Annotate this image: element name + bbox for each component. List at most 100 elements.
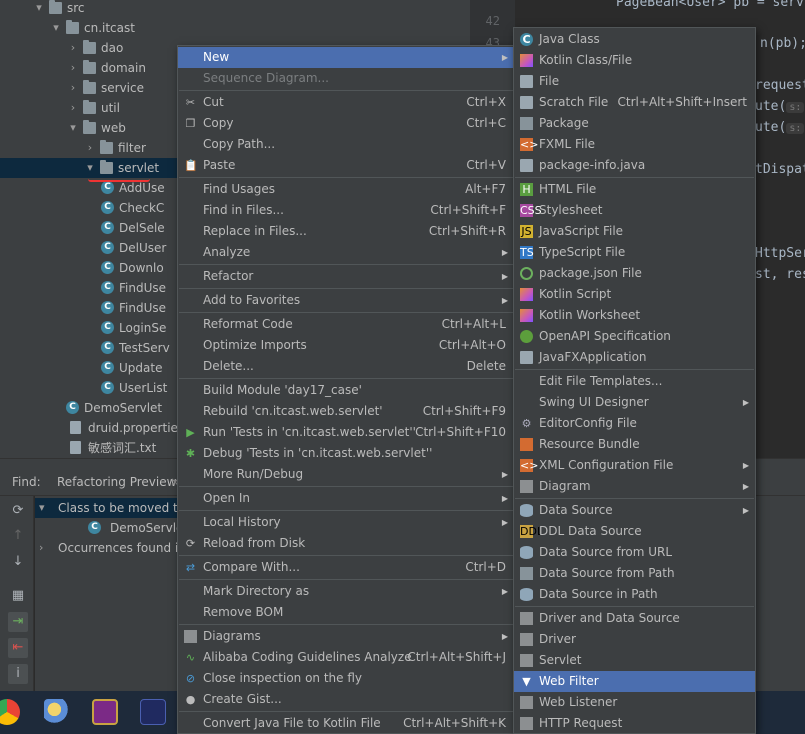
menu-item-paste[interactable]: 📋 Paste Ctrl+V (178, 155, 514, 176)
menu-item-mark-directory-as[interactable]: Mark Directory as ▶ (178, 581, 514, 602)
menu-item-new[interactable]: New ▶ (178, 47, 514, 68)
new-item-xml-configuration-file[interactable]: <> XML Configuration File ▶ (514, 455, 755, 476)
menu-item-local-history[interactable]: Local History ▶ (178, 512, 514, 533)
submenu-arrow-icon: ▶ (742, 506, 749, 515)
chevron-down-icon[interactable]: ▾ (50, 18, 62, 38)
menu-shortcut: Ctrl+C (466, 116, 506, 130)
menu-item-analyze[interactable]: Analyze ▶ (178, 242, 514, 263)
chevron-right-icon[interactable]: › (67, 58, 79, 78)
tree-item-cn-itcast[interactable]: ▾ cn.itcast (0, 18, 470, 38)
intellij-icon[interactable] (92, 699, 118, 725)
menu-item-find-in-files[interactable]: Find in Files... Ctrl+Shift+F (178, 200, 514, 221)
chevron-down-icon[interactable]: ▾ (33, 0, 45, 18)
new-item-kotlin-script[interactable]: Kotlin Script (514, 284, 755, 305)
menu-item-close-inspection-on-the-fly[interactable]: ⊘ Close inspection on the fly (178, 668, 514, 689)
new-item-data-source-from-url[interactable]: Data Source from URL (514, 542, 755, 563)
import-icon[interactable]: ⇥ (8, 612, 28, 632)
arrow-up-icon[interactable]: ↑ (8, 526, 28, 546)
new-item-ddl-data-source[interactable]: DDL DDL Data Source (514, 521, 755, 542)
menu-item-replace-in-files[interactable]: Replace in Files... Ctrl+Shift+R (178, 221, 514, 242)
new-item-driver[interactable]: Driver (514, 629, 755, 650)
new-item-package[interactable]: Package (514, 113, 755, 134)
new-item-javafxapplication[interactable]: JavaFXApplication (514, 347, 755, 368)
menu-item-find-usages[interactable]: Find Usages Alt+F7 (178, 179, 514, 200)
menu-item-remove-bom[interactable]: Remove BOM (178, 602, 514, 623)
app-icon[interactable] (140, 699, 166, 725)
menu-item-add-to-favorites[interactable]: Add to Favorites ▶ (178, 290, 514, 311)
menu-item-diagrams[interactable]: Diagrams ▶ (178, 626, 514, 647)
menu-item-refactor[interactable]: Refactor ▶ (178, 266, 514, 287)
new-item-scratch-file[interactable]: Scratch File Ctrl+Alt+Shift+Insert (514, 92, 755, 113)
menu-item-debug-tests-in-cn-itcast-web-servlet[interactable]: ✱ Debug 'Tests in 'cn.itcast.web.servlet'… (178, 443, 514, 464)
menu-item-sequence-diagram: Sequence Diagram... (178, 68, 514, 89)
chevron-down-icon[interactable]: ▾ (84, 158, 96, 178)
new-item-diagram[interactable]: Diagram ▶ (514, 476, 755, 497)
new-item-data-source-from-path[interactable]: Data Source from Path (514, 563, 755, 584)
menu-item-reload-from-disk[interactable]: ⟳ Reload from Disk (178, 533, 514, 554)
new-item-kotlin-worksheet[interactable]: Kotlin Worksheet (514, 305, 755, 326)
chevron-right-icon[interactable]: › (67, 98, 79, 118)
class-icon: C (101, 361, 114, 374)
rerun-icon[interactable]: ⟳ (8, 501, 28, 521)
info-icon[interactable]: i (8, 664, 28, 684)
new-item-package-info-java[interactable]: package-info.java (514, 155, 755, 176)
new-item-http-request[interactable]: HTTP Request (514, 713, 755, 734)
tab-refactoring-preview[interactable]: Refactoring Preview (57, 475, 176, 489)
chevron-down-icon[interactable]: ▾ (67, 118, 79, 138)
new-item-kotlin-class-file[interactable]: Kotlin Class/File (514, 50, 755, 71)
menu-item-label: HTML File (539, 182, 597, 196)
menu-item-more-run-debug[interactable]: More Run/Debug ▶ (178, 464, 514, 485)
group-icon[interactable]: ▦ (8, 586, 28, 606)
tree-item-src[interactable]: ▾ src (0, 0, 470, 18)
menu-item-alibaba-coding-guidelines-analyze[interactable]: ∿ Alibaba Coding Guidelines Analyze Ctrl+A… (178, 647, 514, 668)
new-item-data-source-in-path[interactable]: Data Source in Path (514, 584, 755, 605)
http-request-icon (520, 717, 533, 730)
new-item-openapi-specification[interactable]: OpenAPI Specification (514, 326, 755, 347)
menu-item-label: package.json File (539, 266, 642, 280)
menu-item-reformat-code[interactable]: Reformat Code Ctrl+Alt+L (178, 314, 514, 335)
chevron-right-icon[interactable]: › (67, 38, 79, 58)
new-item-servlet[interactable]: Servlet (514, 650, 755, 671)
menu-item-copy-path[interactable]: Copy Path... (178, 134, 514, 155)
menu-separator (179, 312, 513, 313)
menu-item-cut[interactable]: ✂ Cut Ctrl+X (178, 92, 514, 113)
menu-item-create-gist[interactable]: ● Create Gist... (178, 689, 514, 710)
new-item-resource-bundle[interactable]: Resource Bundle (514, 434, 755, 455)
menu-item-delete[interactable]: Delete... Delete (178, 356, 514, 377)
chevron-right-icon[interactable]: › (39, 538, 43, 558)
new-item-stylesheet[interactable]: CSS Stylesheet (514, 200, 755, 221)
chevron-down-icon[interactable]: ▾ (39, 498, 45, 518)
submenu-arrow-icon: ▶ (742, 461, 749, 470)
new-item-html-file[interactable]: H HTML File (514, 179, 755, 200)
menu-item-open-in[interactable]: Open In ▶ (178, 488, 514, 509)
menu-item-compare-with[interactable]: ⇄ Compare With... Ctrl+D (178, 557, 514, 578)
arrow-down-icon[interactable]: ↓ (8, 552, 28, 572)
chrome-icon[interactable] (0, 699, 20, 725)
menu-item-run-tests-in-cn-itcast-web-servlet[interactable]: ▶ Run 'Tests in 'cn.itcast.web.servlet'' C… (178, 422, 514, 443)
new-item-java-class[interactable]: C Java Class (514, 29, 755, 50)
new-item-typescript-file[interactable]: TS TypeScript File (514, 242, 755, 263)
new-item-web-listener[interactable]: Web Listener (514, 692, 755, 713)
menu-item-convert-java-file-to-kotlin-file[interactable]: Convert Java File to Kotlin File Ctrl+Alt… (178, 713, 514, 734)
new-item-swing-ui-designer[interactable]: Swing UI Designer ▶ (514, 392, 755, 413)
new-item-editorconfig-file[interactable]: ⚙ EditorConfig File (514, 413, 755, 434)
new-item-data-source[interactable]: Data Source ▶ (514, 500, 755, 521)
new-item-fxml-file[interactable]: <> FXML File (514, 134, 755, 155)
new-item-file[interactable]: File (514, 71, 755, 92)
menu-item-rebuild-cn-itcast-web-servlet[interactable]: Rebuild 'cn.itcast.web.servlet' Ctrl+Shif… (178, 401, 514, 422)
chevron-right-icon[interactable]: › (67, 78, 79, 98)
new-item-web-filter[interactable]: ▼ Web Filter (514, 671, 755, 692)
menu-shortcut: Ctrl+Alt+Shift+Insert (617, 95, 747, 109)
class-icon: C (101, 281, 114, 294)
menu-item-optimize-imports[interactable]: Optimize Imports Ctrl+Alt+O (178, 335, 514, 356)
result-group-class-moved[interactable]: ▾ Class to be moved to c (35, 498, 195, 518)
paint-icon[interactable] (44, 699, 70, 725)
new-item-driver-and-data-source[interactable]: Driver and Data Source (514, 608, 755, 629)
chevron-right-icon[interactable]: › (84, 138, 96, 158)
new-item-package-json-file[interactable]: package.json File (514, 263, 755, 284)
export-icon[interactable]: ⇤ (8, 638, 28, 658)
new-item-edit-file-templates[interactable]: Edit File Templates... (514, 371, 755, 392)
menu-item-copy[interactable]: ❐ Copy Ctrl+C (178, 113, 514, 134)
menu-item-build-module-day17-case[interactable]: Build Module 'day17_case' (178, 380, 514, 401)
new-item-javascript-file[interactable]: JS JavaScript File (514, 221, 755, 242)
